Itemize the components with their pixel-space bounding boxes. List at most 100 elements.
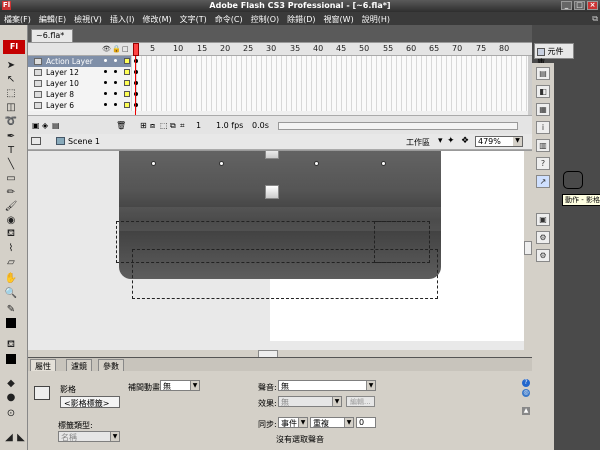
layer-frames[interactable] xyxy=(131,89,528,100)
smooth-option-icon[interactable]: ● xyxy=(4,390,18,404)
timeline-hscroll[interactable] xyxy=(278,122,518,130)
menu-commands[interactable]: 命令(C) xyxy=(211,12,247,25)
visibility-dot[interactable] xyxy=(104,59,107,62)
hand-tool-icon[interactable]: ✋ xyxy=(4,271,18,285)
stage-hscroll[interactable] xyxy=(28,350,524,357)
rectangle-tool-icon[interactable]: ▭ xyxy=(4,171,18,185)
visibility-dot[interactable] xyxy=(104,92,107,95)
menu-control[interactable]: 控制(O) xyxy=(247,12,284,25)
sync-select[interactable]: 事件 ▼ xyxy=(278,417,308,428)
color-mixer-icon[interactable]: ◧ xyxy=(536,85,550,98)
paint-bucket-icon[interactable]: ⛾ xyxy=(4,227,18,241)
onion-markers-icon[interactable]: ⌗ xyxy=(180,121,185,131)
outline-color-box[interactable] xyxy=(124,102,130,108)
menu-edit[interactable]: 編輯(E) xyxy=(35,12,70,25)
expand-icon[interactable]: ▲ xyxy=(522,407,530,415)
gradient-transform-icon[interactable]: ◫ xyxy=(4,100,18,114)
layer-frames[interactable] xyxy=(131,100,528,111)
straighten-option-icon[interactable]: ⊙ xyxy=(4,406,18,420)
close-button[interactable]: × xyxy=(587,1,598,10)
zoom-tool-icon[interactable]: 🔍 xyxy=(4,286,18,300)
visibility-dot[interactable] xyxy=(104,70,107,73)
hscroll-thumb[interactable] xyxy=(258,350,278,357)
stage-vscroll[interactable] xyxy=(524,151,532,357)
lock-icon[interactable]: 🔒 xyxy=(112,45,121,53)
selection-box[interactable] xyxy=(132,249,438,299)
layer-row[interactable]: Action Layer xyxy=(28,56,532,67)
components-icon[interactable]: ⚙ xyxy=(536,231,550,244)
stage-dot[interactable] xyxy=(219,161,224,166)
menu-file[interactable]: 檔案(F) xyxy=(0,12,35,25)
pencil-tool-icon[interactable]: ✏ xyxy=(4,185,18,199)
swatches-icon[interactable]: ▦ xyxy=(536,103,550,116)
menu-modify[interactable]: 修改(M) xyxy=(138,12,175,25)
delete-layer-icon[interactable]: 🗑 xyxy=(116,121,126,130)
help-panel-icon[interactable]: ? xyxy=(536,157,550,170)
new-layer-icon[interactable]: ▣ xyxy=(32,121,40,130)
menu-help[interactable]: 說明(H) xyxy=(358,12,394,25)
behaviors-icon[interactable]: ▣ xyxy=(536,213,550,226)
text-tool-icon[interactable]: T xyxy=(4,143,18,157)
outline-icon[interactable]: □ xyxy=(122,45,129,53)
align-icon[interactable]: ▤ xyxy=(536,67,550,80)
outline-color-box[interactable] xyxy=(124,69,130,75)
square-shape[interactable] xyxy=(265,185,279,199)
accessibility-icon[interactable]: ◎ xyxy=(522,389,530,397)
snap-magnet-icon[interactable]: ◆ xyxy=(4,376,18,390)
layer-row[interactable]: Layer 8 xyxy=(28,89,532,100)
stage[interactable] xyxy=(28,150,532,357)
lock-dot[interactable] xyxy=(114,59,117,62)
pressure-option-icon[interactable]: ◣ xyxy=(14,430,28,444)
repeat-count-input[interactable]: 0 xyxy=(356,417,376,428)
center-frame-icon[interactable]: ⊞ xyxy=(140,121,147,130)
menu-view[interactable]: 檢視(V) xyxy=(70,12,106,25)
stage-dot[interactable] xyxy=(381,161,386,166)
free-transform-icon[interactable]: ⬚ xyxy=(4,86,18,100)
menu-debug[interactable]: 除錯(D) xyxy=(283,12,319,25)
tab-filters[interactable]: 濾鏡 xyxy=(66,359,92,371)
lock-dot[interactable] xyxy=(114,103,117,106)
edit-multiple-icon[interactable]: ⧉ xyxy=(170,121,176,131)
layer-row[interactable]: Layer 6 xyxy=(28,100,532,111)
document-tab[interactable]: ~6.fla* xyxy=(31,29,73,42)
help-icon[interactable]: ? xyxy=(522,379,530,387)
pen-tool-icon[interactable]: ✒ xyxy=(4,129,18,143)
edit-scene-icon[interactable]: ✦ xyxy=(447,136,455,146)
new-folder-icon[interactable]: ▤ xyxy=(52,121,60,130)
component-inspector-icon[interactable]: ⚙ xyxy=(536,249,550,262)
layer-row[interactable]: Layer 10 xyxy=(28,78,532,89)
stage-dot[interactable] xyxy=(314,161,319,166)
frame-rate[interactable]: 1.0 fps xyxy=(216,121,243,130)
maximize-button[interactable]: □ xyxy=(574,1,585,10)
info-icon[interactable]: i xyxy=(536,121,550,134)
menu-window[interactable]: 視窗(W) xyxy=(320,12,358,25)
workspace-menu[interactable]: 工作區 xyxy=(406,137,430,148)
lasso-icon[interactable]: ➰ xyxy=(4,114,18,128)
eye-icon[interactable]: 👁 xyxy=(102,45,111,53)
workspace-arrow-icon[interactable]: ▾ xyxy=(438,136,443,146)
onion-skin-icon[interactable]: ⧈ xyxy=(150,121,155,131)
zoom-dropdown-icon[interactable]: ▼ xyxy=(513,137,522,146)
stroke-color-icon[interactable]: ✎ xyxy=(4,302,18,316)
edit-symbol-icon[interactable]: ❖ xyxy=(461,136,469,146)
frame-name-input[interactable]: <影格標籤> xyxy=(60,396,120,408)
swap-colors-icon[interactable] xyxy=(4,352,18,366)
layer-row[interactable]: Layer 12 xyxy=(28,67,532,78)
brush-tool-icon[interactable]: 🖌 xyxy=(4,199,18,213)
tab-parameters[interactable]: 參數 xyxy=(98,359,124,371)
eyedropper-icon[interactable]: ⌇ xyxy=(4,241,18,255)
square-shape[interactable] xyxy=(265,151,279,159)
lock-dot[interactable] xyxy=(114,92,117,95)
lock-dot[interactable] xyxy=(114,81,117,84)
ink-bottle-icon[interactable]: ◉ xyxy=(4,213,18,227)
edit-button[interactable]: 編輯... xyxy=(346,396,375,407)
menu-insert[interactable]: 插入(I) xyxy=(106,12,139,25)
playhead[interactable] xyxy=(133,43,139,56)
restore-icon[interactable]: ⧉ xyxy=(592,14,598,24)
sound-select[interactable]: 無 ▼ xyxy=(278,380,376,391)
tab-properties[interactable]: 屬性 xyxy=(30,359,56,371)
layer-frames[interactable] xyxy=(131,56,528,67)
minimize-button[interactable]: _ xyxy=(561,1,572,10)
actions-icon[interactable]: ↗ xyxy=(536,175,550,188)
layer-frames[interactable] xyxy=(131,67,528,78)
